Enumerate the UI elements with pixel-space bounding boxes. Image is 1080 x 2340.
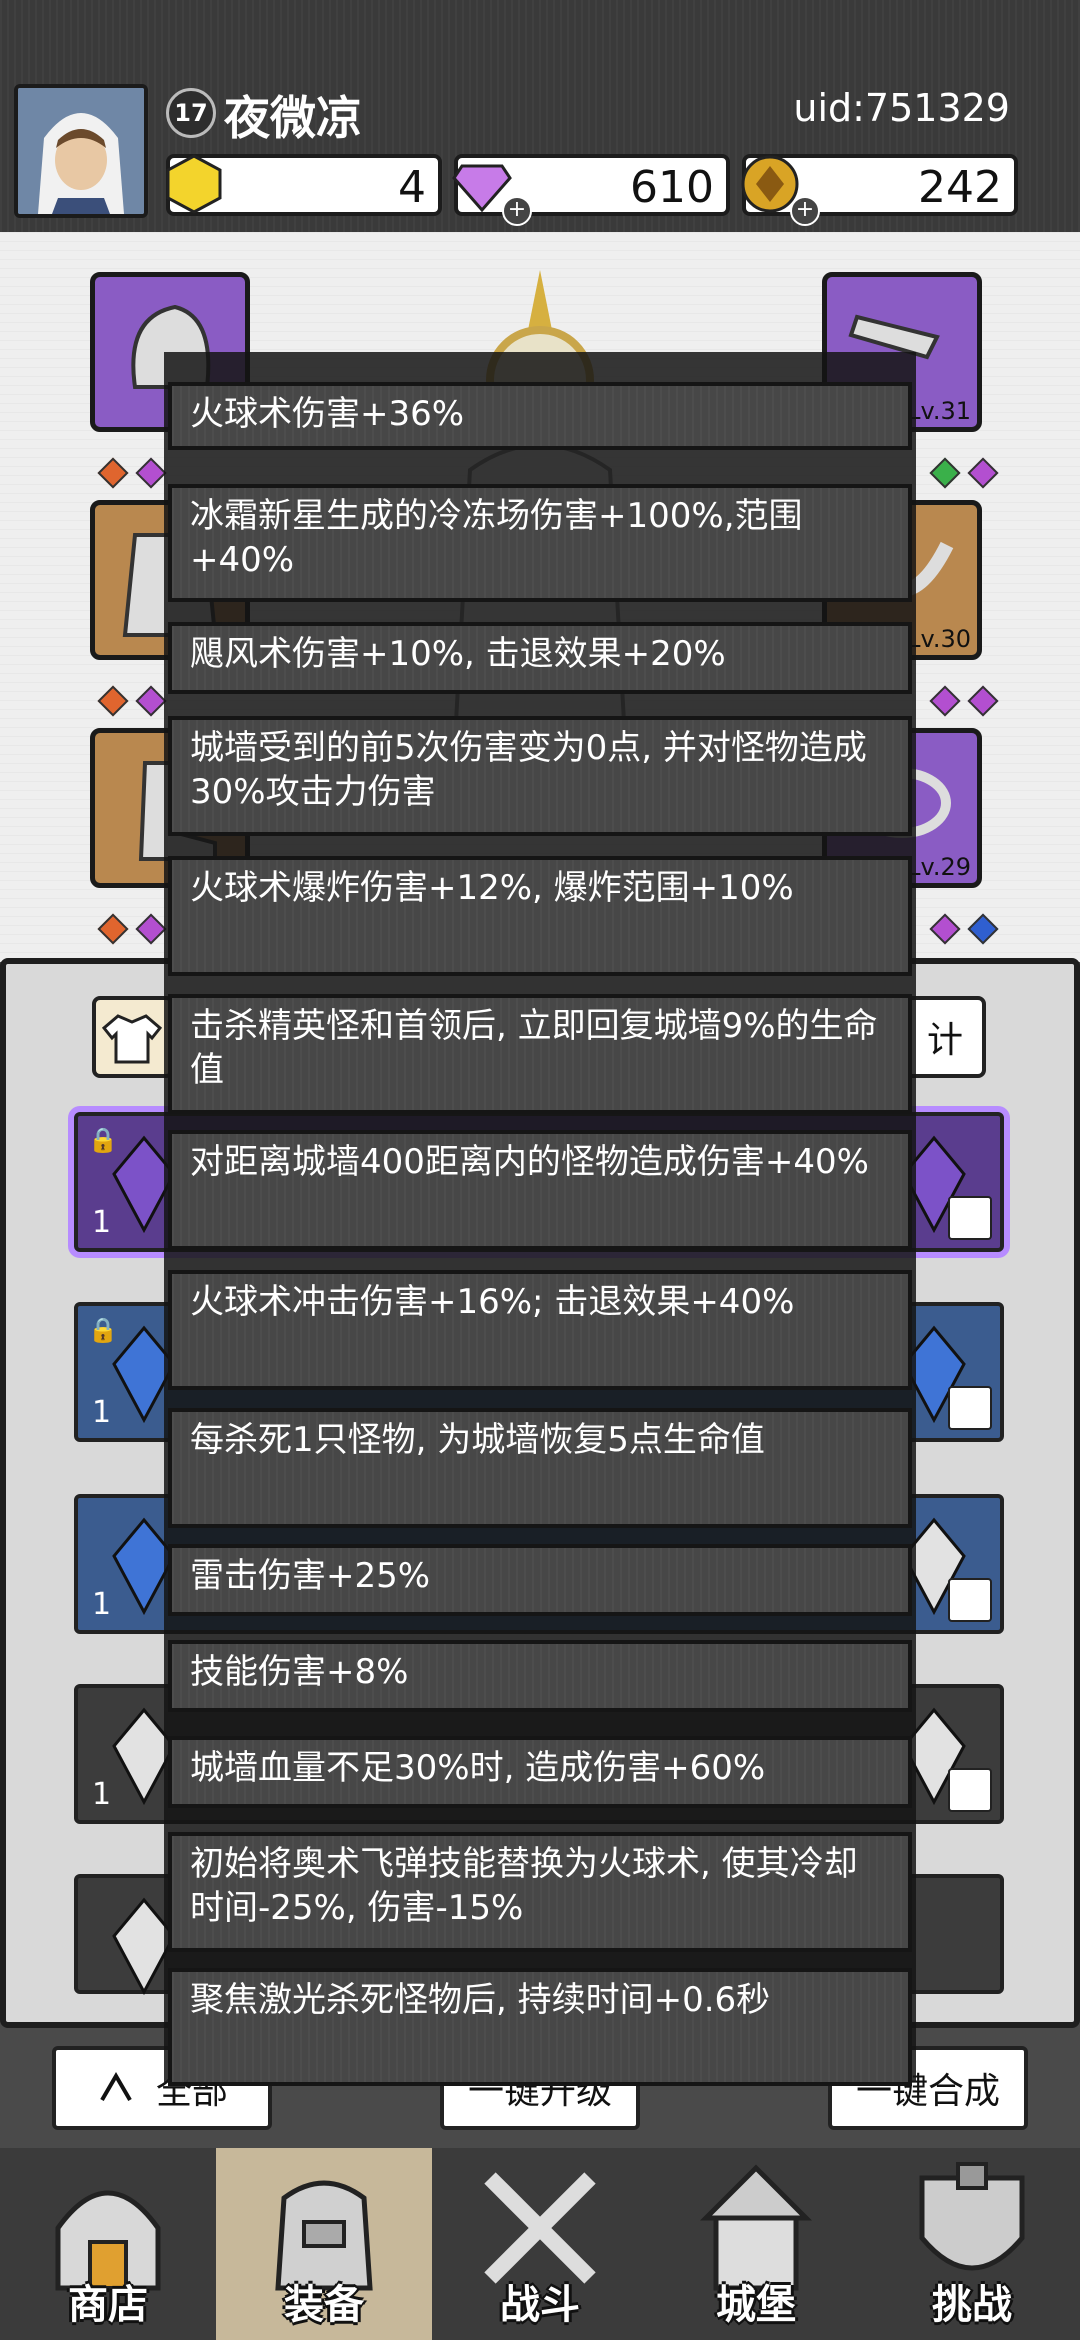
purple-gem-icon bbox=[929, 913, 961, 945]
nav-shop[interactable]: 商店 bbox=[0, 2148, 216, 2340]
gem-sockets-right-2 bbox=[926, 685, 1002, 718]
equipment-level: Lv.31 bbox=[907, 397, 971, 425]
nav-challenge[interactable]: 挑战 bbox=[864, 2148, 1080, 2340]
gem-sockets-right-1 bbox=[926, 457, 1002, 490]
purple-gem-icon bbox=[135, 685, 167, 717]
item-count: 1 bbox=[92, 1777, 112, 1812]
orange-gem-icon bbox=[97, 457, 129, 489]
effect-entry: 聚焦激光杀死怪物后, 持续时间+0.6秒 bbox=[168, 1968, 912, 2086]
blue-gem-icon bbox=[967, 913, 999, 945]
item-count: 1 bbox=[92, 1395, 112, 1430]
nav-challenge-label: 挑战 bbox=[932, 2282, 1012, 2328]
purple-gem-icon bbox=[967, 685, 999, 717]
nav-equipment-label: 装备 bbox=[284, 2282, 364, 2328]
purple-gem-icon bbox=[967, 457, 999, 489]
shield-icon bbox=[948, 1578, 992, 1622]
effect-entry: 击杀精英怪和首领后, 立即回复城墙9%的生命值 bbox=[168, 994, 912, 1114]
bottom-nav: 商店 装备 战斗 城堡 挑战 bbox=[0, 2148, 1080, 2340]
nav-castle-label: 城堡 bbox=[716, 2282, 796, 2328]
diamond-counter[interactable]: + 610 bbox=[452, 154, 730, 226]
speech-bubble-icon bbox=[948, 1196, 992, 1240]
nav-shop-label: 商店 bbox=[68, 2282, 148, 2328]
orange-gem-icon bbox=[97, 913, 129, 945]
player-avatar[interactable] bbox=[14, 84, 148, 218]
gem-sockets-left-3 bbox=[94, 913, 170, 946]
gold-gem-value: 4 bbox=[398, 162, 426, 213]
effect-entry: 火球术爆炸伤害+12%, 爆炸范围+10% bbox=[168, 856, 912, 976]
effect-entry: 初始将奥术飞弹技能替换为火球术, 使其冷却时间-25%, 伤害-15% bbox=[168, 1832, 912, 1952]
purple-gem-icon bbox=[135, 457, 167, 489]
item-count: 1 bbox=[92, 1205, 112, 1240]
player-level-badge: 17 bbox=[166, 88, 216, 138]
purple-gem-icon bbox=[929, 685, 961, 717]
nav-castle[interactable]: 城堡 bbox=[648, 2148, 864, 2340]
orange-gem-icon bbox=[97, 685, 129, 717]
gold-gem-icon bbox=[166, 154, 222, 214]
shirt-icon bbox=[101, 1014, 163, 1064]
effect-entry: 城墙血量不足30%时, 造成伤害+60% bbox=[168, 1736, 912, 1808]
effect-entry: 对距离城墙400距离内的怪物造成伤害+40% bbox=[168, 1130, 912, 1250]
effect-entry: 火球术冲击伤害+16%; 击退效果+40% bbox=[168, 1270, 912, 1390]
chevron-up-icon bbox=[100, 2072, 132, 2102]
diamond-value: 610 bbox=[630, 162, 714, 213]
gem-sockets-right-3 bbox=[926, 913, 1002, 946]
equipment-level: Lv.29 bbox=[907, 853, 971, 881]
purple-gem-icon bbox=[135, 913, 167, 945]
green-gem-icon bbox=[929, 457, 961, 489]
speech-bubble-icon bbox=[948, 1386, 992, 1430]
coin-value: 242 bbox=[918, 162, 1002, 213]
player-uid: uid:751329 bbox=[793, 86, 1010, 130]
gem-sockets-left-1 bbox=[94, 457, 170, 490]
add-diamonds-icon[interactable]: + bbox=[502, 196, 532, 226]
gold-gem-counter[interactable]: 4 bbox=[166, 154, 442, 216]
add-coins-icon[interactable]: + bbox=[790, 196, 820, 226]
nav-equipment[interactable]: 装备 bbox=[216, 2148, 432, 2340]
nav-battle[interactable]: 战斗 bbox=[432, 2148, 648, 2340]
fashion-button[interactable] bbox=[92, 996, 174, 1078]
effect-entry: 飓风术伤害+10%, 击退效果+20% bbox=[168, 622, 912, 694]
effect-entry: 每杀死1只怪物, 为城墙恢复5点生命值 bbox=[168, 1408, 912, 1528]
gem-sockets-left-2 bbox=[94, 685, 170, 718]
hooded-hero-portrait-icon bbox=[18, 88, 144, 214]
stats-button[interactable]: 计 bbox=[904, 996, 986, 1078]
item-count: 1 bbox=[92, 1587, 112, 1622]
effect-entry: 冰霜新星生成的冷冻场伤害+100%,范围+40% bbox=[168, 484, 912, 602]
effect-entry: 雷击伤害+25% bbox=[168, 1544, 912, 1616]
shell-icon bbox=[948, 1768, 992, 1812]
effect-entry: 火球术伤害+36% bbox=[168, 382, 912, 450]
effect-entry: 技能伤害+8% bbox=[168, 1640, 912, 1712]
player-name: 夜微凉 bbox=[224, 91, 362, 145]
effect-entry: 城墙受到的前5次伤害变为0点, 并对怪物造成30%攻击力伤害 bbox=[168, 716, 912, 836]
equipment-level: Lv.30 bbox=[907, 625, 971, 653]
nav-battle-label: 战斗 bbox=[500, 2282, 580, 2328]
coin-counter[interactable]: + 242 bbox=[741, 154, 1018, 226]
